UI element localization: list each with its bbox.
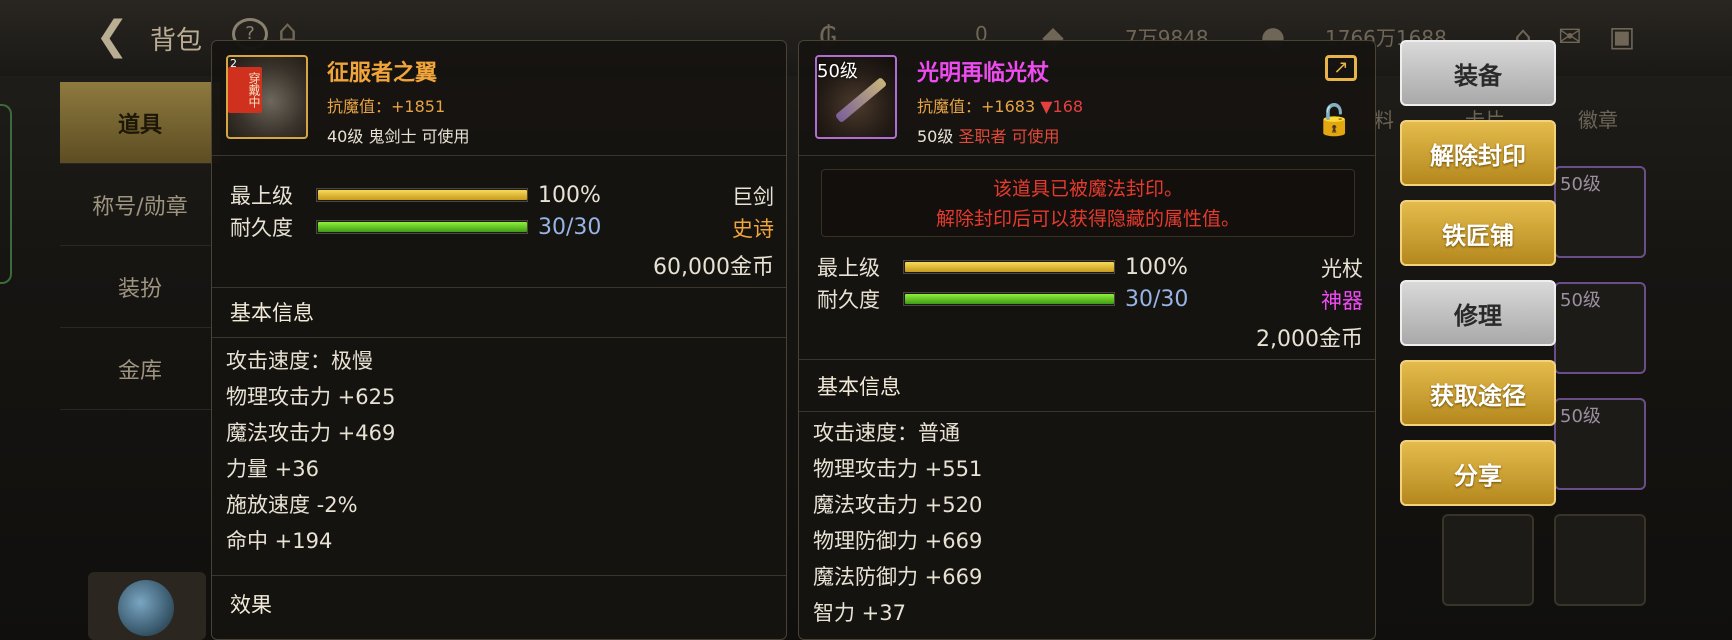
attribute-list: 攻击速度：极慢 物理攻击力 +625 魔法攻击力 +469 力量 +36 施放速…	[226, 343, 395, 559]
slot-level: 50级	[1560, 290, 1601, 311]
attribute-line: 物理攻击力 +551	[813, 457, 983, 481]
req-class: 圣职者 可使用	[958, 127, 1060, 146]
mail-icon[interactable]: ✉	[1552, 22, 1588, 52]
basic-info-title: 基本信息	[230, 301, 314, 325]
nav-item-items[interactable]: 道具	[60, 82, 220, 164]
durability-row: 耐久度 30/30	[817, 285, 1188, 313]
weapon-type: 光杖	[1321, 257, 1363, 281]
attribute-line: 施放速度 -2%	[226, 493, 358, 517]
effect-title: 效果	[230, 593, 272, 617]
magic-resist: 抗魔值：+1683	[917, 97, 1036, 116]
grade-bar	[316, 188, 528, 202]
item-name: 光明再临光杖	[917, 61, 1050, 86]
smith-button[interactable]: 铁匠铺	[1400, 200, 1556, 266]
seal-line-1: 该道具已被魔法封印。	[992, 178, 1183, 200]
slot-level: 50级	[1560, 174, 1601, 195]
source-button[interactable]: 获取途径	[1400, 360, 1556, 426]
equip-button[interactable]: 装备	[1400, 40, 1556, 106]
grade-bar-fill	[318, 190, 527, 200]
item-price: 60,000金币	[653, 255, 774, 280]
staff-graphic	[834, 76, 888, 124]
item-name: 征服者之翼	[327, 61, 438, 86]
nav-item-avatar[interactable]: 装扮	[60, 246, 220, 328]
attribute-line: 魔法攻击力 +520	[813, 493, 983, 517]
grade-label: 最上级	[817, 256, 880, 280]
attribute-line: 智力 +37	[813, 601, 906, 625]
grade-bar-fill	[905, 262, 1114, 272]
divider	[799, 359, 1375, 360]
divider	[212, 337, 786, 338]
repair-button[interactable]: 修理	[1400, 280, 1556, 346]
slot-level: 50级	[1560, 406, 1601, 427]
grade-row: 最上级 100%	[817, 253, 1188, 281]
durability-bar	[903, 292, 1115, 306]
attribute-line: 攻击速度：极慢	[226, 349, 373, 373]
divider	[212, 575, 786, 576]
left-nav: 道具 称号/勋章 装扮 金库	[60, 82, 220, 410]
magic-resist-diff: ▼168	[1040, 97, 1084, 116]
basic-info-title: 基本信息	[817, 375, 901, 399]
tab-badge[interactable]: 徽章	[1578, 104, 1618, 133]
chat-icon[interactable]: ▣	[1604, 22, 1640, 52]
grade-value: 100%	[538, 182, 601, 208]
grade-bar	[903, 260, 1115, 274]
attribute-list: 攻击速度：普通 物理攻击力 +551 魔法攻击力 +520 物理防御力 +669…	[813, 415, 982, 631]
req-level: 50级	[917, 127, 954, 146]
inventory-slot[interactable]: 50级	[1554, 282, 1646, 374]
nav-item-vault[interactable]: 金库	[60, 328, 220, 410]
durability-bar	[316, 220, 528, 234]
inventory-slot[interactable]: 50级	[1554, 398, 1646, 490]
bag-slot-item[interactable]	[88, 572, 206, 640]
inventory-slot[interactable]: 50级	[1554, 166, 1646, 258]
attribute-line: 物理攻击力 +625	[226, 385, 396, 409]
share-button[interactable]: 分享	[1400, 440, 1556, 506]
weapon-type: 巨剑	[732, 185, 774, 209]
nav-item-titles[interactable]: 称号/勋章	[60, 164, 220, 246]
attribute-line: 力量 +36	[226, 457, 319, 481]
durability-value: 30/30	[538, 214, 602, 240]
grade-label: 最上级	[230, 184, 293, 208]
divider	[799, 411, 1375, 412]
lock-icon[interactable]: 🔓	[1316, 103, 1353, 138]
item-price: 2,000金币	[1256, 327, 1363, 352]
attribute-line: 魔法防御力 +669	[813, 565, 983, 589]
seal-line-2: 解除封印后可以获得隐藏的属性值。	[935, 208, 1240, 230]
durability-bar-fill	[905, 294, 1114, 304]
magic-resist: 抗魔值：+1851	[327, 97, 446, 116]
durability-label: 耐久度	[817, 288, 880, 312]
inventory-slot[interactable]	[1442, 514, 1534, 606]
brush-item-icon	[118, 580, 174, 636]
item-requirement: 50级 圣职者 可使用	[917, 123, 1060, 147]
attribute-line: 魔法攻击力 +469	[226, 421, 396, 445]
attribute-line: 物理防御力 +669	[813, 529, 983, 553]
durability-label: 耐久度	[230, 216, 293, 240]
grade-row: 最上级 100%	[230, 181, 601, 209]
durability-bar-fill	[318, 222, 527, 232]
divider	[212, 155, 786, 156]
grade-value: 100%	[1125, 254, 1188, 280]
side-panel-edge[interactable]	[0, 104, 12, 284]
rarity-label: 神器	[1321, 289, 1363, 313]
tab-material[interactable]: 料	[1374, 104, 1394, 133]
item-requirement: 40级 鬼剑士 可使用	[327, 127, 470, 146]
item-level-tag: 50级	[817, 61, 858, 82]
back-arrow-icon[interactable]: ❮	[88, 14, 136, 62]
attribute-line: 攻击速度：普通	[813, 421, 960, 445]
rarity-label: 史诗	[732, 217, 774, 241]
wings-item-icon: 2 穿戴中	[226, 55, 308, 139]
durability-value: 30/30	[1125, 286, 1189, 312]
share-link-icon[interactable]: ↗	[1325, 55, 1357, 81]
attribute-line: 命中 +194	[226, 529, 333, 553]
unseal-button[interactable]: 解除封印	[1400, 120, 1556, 186]
divider	[212, 287, 786, 288]
equipped-item-tooltip: 2 穿戴中 征服者之翼 抗魔值：+1851 40级 鬼剑士 可使用 最上级 10…	[211, 40, 787, 640]
divider	[799, 155, 1375, 156]
seal-notice: 该道具已被魔法封印。 解除封印后可以获得隐藏的属性值。	[821, 169, 1355, 237]
magic-resist-row: 抗魔值：+1683 ▼168	[917, 93, 1083, 117]
inventory-slot[interactable]	[1554, 514, 1646, 606]
page-title: 背包	[150, 26, 203, 56]
compare-item-tooltip: 50级 光明再临光杖 抗魔值：+1683 ▼168 50级 圣职者 可使用 ↗ …	[798, 40, 1376, 640]
durability-row: 耐久度 30/30	[230, 213, 601, 241]
worn-tag: 穿戴中	[228, 67, 262, 113]
